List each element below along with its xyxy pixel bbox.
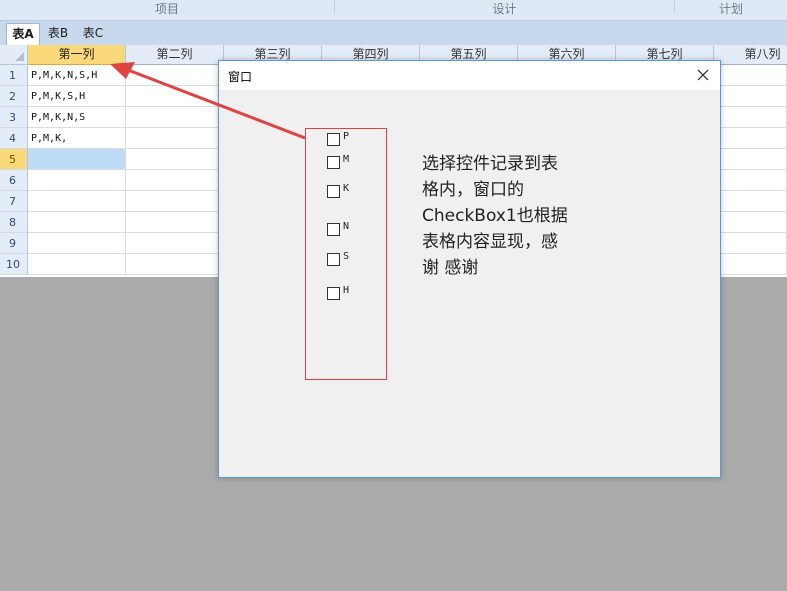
tab-sheet-b[interactable]: 表B [42, 23, 74, 44]
table-cell-selected[interactable] [28, 149, 126, 170]
column-header-1[interactable]: 第一列 [28, 45, 126, 65]
table-cell[interactable]: P,M,K,S,H [28, 86, 126, 107]
table-cell[interactable]: P,M,K, [28, 128, 126, 149]
table-cell[interactable] [126, 107, 224, 128]
table-cell[interactable] [28, 170, 126, 191]
table-cell[interactable] [126, 149, 224, 170]
ribbon-group-plan[interactable]: 计划 [675, 0, 787, 20]
table-cell[interactable] [28, 191, 126, 212]
table-cell[interactable]: P,M,K,N,S,H [28, 65, 126, 86]
sheet-tab-bar: 表A 表B 表C [0, 21, 787, 45]
select-all-corner[interactable] [0, 45, 28, 65]
dialog-title: 窗口 [228, 70, 253, 84]
checkbox-label: M [343, 154, 350, 165]
row-header[interactable]: 1 [0, 65, 28, 86]
table-cell[interactable] [714, 170, 787, 191]
checkbox-square[interactable] [327, 253, 340, 266]
table-cell[interactable] [714, 212, 787, 233]
dialog-titlebar[interactable]: 窗口 [219, 61, 720, 90]
column-header-8[interactable]: 第八列 [714, 45, 787, 65]
checkbox-square[interactable] [327, 156, 340, 169]
ribbon-group-design[interactable]: 设计 [335, 0, 674, 20]
table-cell[interactable] [714, 86, 787, 107]
close-icon [697, 69, 709, 81]
table-cell[interactable] [126, 86, 224, 107]
table-cell[interactable] [714, 254, 787, 275]
checkbox-label: N [343, 221, 350, 232]
table-cell[interactable] [126, 170, 224, 191]
row-header[interactable]: 9 [0, 233, 28, 254]
row-header[interactable]: 2 [0, 86, 28, 107]
table-cell[interactable] [28, 254, 126, 275]
tab-sheet-c[interactable]: 表C [76, 23, 110, 44]
table-cell[interactable]: P,M,K,N,S [28, 107, 126, 128]
table-cell[interactable] [714, 191, 787, 212]
table-cell[interactable] [714, 149, 787, 170]
table-cell[interactable] [126, 233, 224, 254]
ribbon-group-project[interactable]: 项目 [0, 0, 334, 20]
close-button[interactable] [686, 61, 720, 90]
table-cell[interactable] [714, 107, 787, 128]
table-cell[interactable] [714, 233, 787, 254]
tab-sheet-a[interactable]: 表A [6, 23, 40, 45]
row-header[interactable]: 4 [0, 128, 28, 149]
row-header[interactable]: 6 [0, 170, 28, 191]
table-cell[interactable] [126, 65, 224, 86]
table-cell[interactable] [28, 212, 126, 233]
dialog-window: 窗口 P M K N S H 选择控件记录到表 格内，窗口的 CheckBox1… [218, 60, 721, 478]
checkbox-square[interactable] [327, 223, 340, 236]
ribbon-bar: 项目 设计 计划 [0, 0, 787, 21]
checkbox-square[interactable] [327, 287, 340, 300]
checkbox-label: K [343, 183, 350, 194]
checkbox-square[interactable] [327, 185, 340, 198]
table-cell[interactable] [126, 212, 224, 233]
row-header[interactable]: 8 [0, 212, 28, 233]
checkbox-label: P [343, 131, 350, 142]
row-header[interactable]: 7 [0, 191, 28, 212]
row-header-selected[interactable]: 5 [0, 149, 28, 170]
table-cell[interactable] [714, 128, 787, 149]
checkbox-square[interactable] [327, 133, 340, 146]
checkbox-label: S [343, 251, 350, 262]
table-cell[interactable] [126, 128, 224, 149]
annotation-note: 选择控件记录到表 格内，窗口的 CheckBox1也根据 表格内容显现，感 谢 … [422, 154, 568, 278]
table-cell[interactable] [28, 233, 126, 254]
row-header[interactable]: 10 [0, 254, 28, 275]
row-header[interactable]: 3 [0, 107, 28, 128]
table-cell[interactable] [126, 254, 224, 275]
checkbox-label: H [343, 285, 350, 296]
column-header-2[interactable]: 第二列 [126, 45, 224, 65]
select-all-icon [15, 52, 24, 61]
table-cell[interactable] [714, 65, 787, 86]
table-cell[interactable] [126, 191, 224, 212]
